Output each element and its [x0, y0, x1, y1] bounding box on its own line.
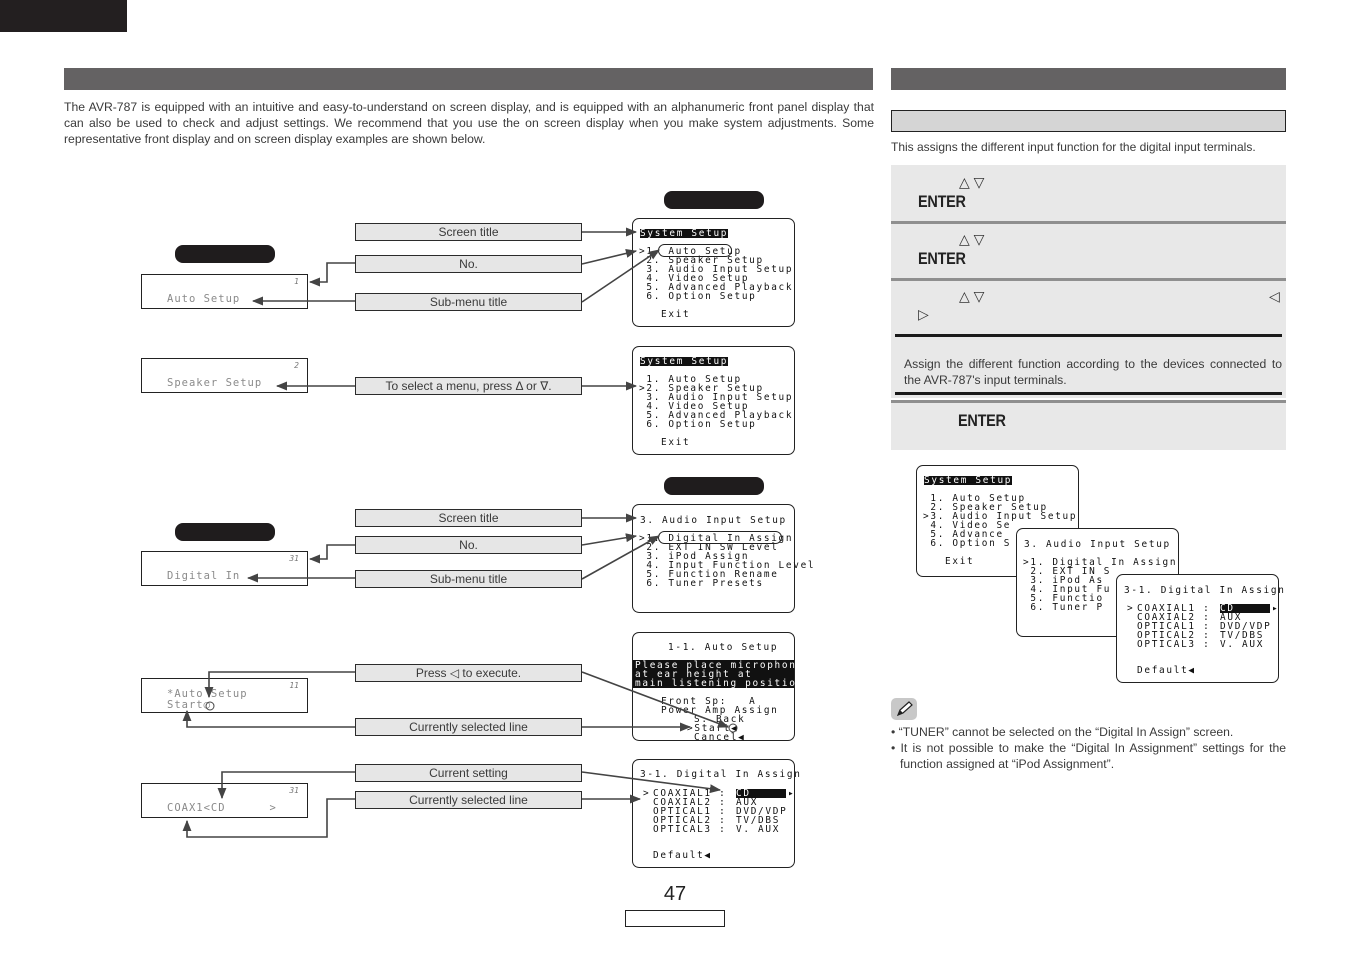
up-down-arrow-icons: △ ▽ [959, 231, 985, 247]
osd-default: Default◀ [653, 850, 712, 861]
on-screen-display-pill-2 [664, 477, 764, 495]
osd-title: 3. Audio Input Setup [1024, 539, 1171, 550]
front-display-auto-start: 11 *Auto Setup Start◯ [141, 678, 308, 713]
note-text: It is not possible to make the “Digital … [900, 741, 1287, 771]
front-display-pill-2 [175, 523, 275, 541]
enter-key-label: ENTER [958, 411, 1006, 430]
osd-exit: Exit [945, 556, 975, 567]
section-description: This assigns the different input functio… [891, 140, 1256, 154]
left-arrow-icon: ◁ [1269, 288, 1280, 304]
osd-input-name: OPTICAL3 : [653, 824, 727, 835]
note-item: • It is not possible to make the “Digita… [891, 741, 1287, 771]
osd-title: 1-1. Auto Setup [668, 642, 779, 653]
enter-key-label: ENTER [918, 249, 966, 268]
osd-title: 3-1. Digital In Assign [1124, 585, 1286, 596]
page-footer-box [625, 910, 725, 927]
display-number: 31 [289, 786, 299, 795]
step-2: △ ▽ ENTER [891, 224, 1286, 278]
label-press-execute: Press ◁ to execute. [355, 664, 582, 682]
assign-note: Assign the different function according … [904, 357, 1282, 387]
osd-menu-item: 6. Tuner P [1023, 602, 1104, 613]
display-number: 2 [294, 361, 299, 370]
osd-exit: Exit [661, 437, 691, 448]
step-1: △ ▽ ENTER [891, 165, 1286, 221]
label-currently-selected-line: Currently selected line [355, 718, 582, 736]
osd-system-setup-screen-2: System Setup 1. Auto Setup >2. Speaker S… [632, 346, 795, 455]
note-rule-top [895, 334, 1282, 337]
display-line: COAX1<CD > [167, 802, 277, 814]
osd-menu-item: 6. Option S [923, 538, 1012, 549]
step-3: △ ▽ ◁ ▷ Assign the different function ac… [891, 281, 1286, 398]
osd-right-arrow-icon: ▸ [788, 788, 796, 799]
highlight-oval [658, 244, 732, 257]
page-corner-tab [0, 0, 127, 32]
osd-title: 3. Audio Input Setup [640, 515, 787, 526]
notes-list: • “TUNER” cannot be selected on the “Dig… [891, 724, 1286, 772]
label-submenu-title: Sub-menu title [355, 293, 582, 311]
right-arrow-icon: ▷ [918, 306, 929, 322]
front-display-coax: 31 COAX1<CD > [141, 783, 308, 818]
osd-title: System Setup [640, 228, 729, 239]
front-display-auto-setup: 1 Auto Setup [141, 274, 308, 309]
osd-audio-input-setup-screen: 3. Audio Input Setup >1. Digital In Assi… [632, 504, 814, 613]
display-number: 11 [289, 681, 299, 690]
osd-title: 3-1. Digital In Assign [640, 769, 802, 780]
pencil-note-icon [891, 698, 917, 720]
osd-menu-item: 6. Tuner Presets [639, 578, 764, 589]
note-item: • “TUNER” cannot be selected on the “Dig… [891, 725, 1234, 739]
osd-message-line: main listening position [635, 678, 804, 689]
display-line: Digital In [167, 570, 241, 582]
osd-stack-digital-in-assign: 3-1. Digital In Assign > COAXIAL1 : CD ▸ CO… [1116, 574, 1284, 683]
osd-menu-item: 6. Option Setup [639, 419, 757, 430]
osd-exit: Exit [661, 309, 691, 320]
osd-input-value: V. AUX [736, 824, 781, 835]
label-select-menu: To select a menu, press Δ or ∇. [355, 377, 582, 395]
osd-input-name: OPTICAL3 : [1137, 639, 1211, 650]
label-current-setting: Current setting [355, 764, 582, 782]
osd-menu-item: Cancel◀ [694, 732, 746, 743]
osd-auto-setup-screen: 1-1. Auto Setup Please place microphone … [632, 632, 802, 743]
note-text: “TUNER” cannot be selected on the “Digit… [898, 725, 1234, 739]
front-display-pill [175, 245, 275, 263]
osd-selection-marker [1127, 640, 1134, 649]
osd-input-value: V. AUX [1220, 639, 1265, 650]
highlight-oval [658, 531, 782, 544]
up-down-arrow-icons: △ ▽ [959, 174, 985, 190]
osd-menu-item: 6. Option Setup [639, 291, 757, 302]
label-number: No. [355, 536, 582, 554]
osd-selection-marker [643, 825, 650, 834]
osd-default: Default◀ [1137, 665, 1196, 676]
osd-digital-in-assign-screen: 3-1. Digital In Assign > COAXIAL1 : CD ▸ CO… [632, 759, 800, 868]
label-currently-selected-line: Currently selected line [355, 791, 582, 809]
display-number: 1 [294, 277, 299, 286]
osd-title: System Setup [924, 475, 1013, 486]
label-screen-title: Screen title [355, 223, 582, 241]
front-display-speaker-setup: 2 Speaker Setup [141, 358, 308, 393]
enter-key-label: ENTER [918, 192, 966, 211]
note-rule-bottom [895, 392, 1282, 395]
subsection-header-bar [891, 110, 1286, 132]
label-screen-title: Screen title [355, 509, 582, 527]
up-down-arrow-icons: △ ▽ [959, 288, 985, 304]
intro-paragraph: The AVR-787 is equipped with an intuitiv… [64, 100, 874, 146]
on-screen-display-pill [664, 191, 764, 209]
right-section-header-bar [891, 68, 1286, 90]
label-number: No. [355, 255, 582, 273]
front-display-digital-in: 31 Digital In [141, 551, 308, 586]
display-line: Auto Setup [167, 293, 241, 305]
display-line: Speaker Setup [167, 377, 263, 389]
osd-system-setup-screen: System Setup >1. Auto Setup 2. Speaker S… [632, 218, 795, 327]
label-submenu-title: Sub-menu title [355, 570, 582, 588]
display-number: 31 [289, 554, 299, 563]
page-number: 47 [663, 883, 687, 905]
osd-title: System Setup [640, 356, 729, 367]
osd-right-arrow-icon: ▸ [1272, 603, 1280, 614]
left-section-header-bar [64, 68, 873, 90]
display-line: Start◯ [167, 699, 211, 711]
step-4: ENTER [891, 403, 1286, 450]
